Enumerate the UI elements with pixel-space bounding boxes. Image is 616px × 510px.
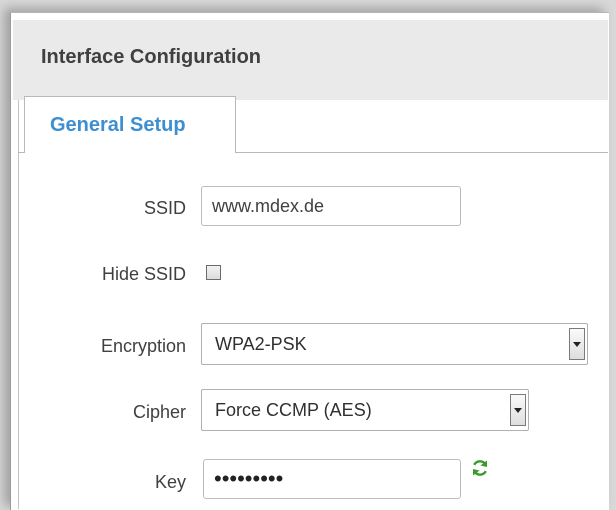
chevron-down-icon[interactable] [569, 328, 585, 360]
section-header: Interface Configuration [13, 20, 608, 100]
hide-ssid-checkbox[interactable] [206, 265, 221, 280]
section-title: Interface Configuration [41, 46, 262, 68]
key-masked-value: ••••••••• [214, 466, 284, 491]
refresh-icon[interactable] [470, 458, 490, 478]
key-input[interactable]: ••••••••• [203, 459, 461, 499]
hide-ssid-label: Hide SSID [101, 264, 186, 284]
encryption-value: WPA2-PSK [215, 334, 307, 354]
ssid-input[interactable]: www.mdex.de [201, 186, 461, 226]
encryption-label: Encryption [100, 336, 186, 356]
panel-left-border [18, 100, 19, 509]
cipher-select[interactable]: Force CCMP (AES) [201, 389, 529, 431]
tab-label: General Setup [50, 114, 186, 136]
ssid-label: SSID [143, 198, 186, 218]
tab-general-setup[interactable]: General Setup [24, 96, 236, 153]
key-label: Key [154, 472, 186, 492]
encryption-select[interactable]: WPA2-PSK [201, 323, 588, 365]
chevron-down-icon[interactable] [510, 394, 526, 426]
cipher-value: Force CCMP (AES) [215, 400, 372, 420]
cipher-label: Cipher [132, 402, 186, 422]
